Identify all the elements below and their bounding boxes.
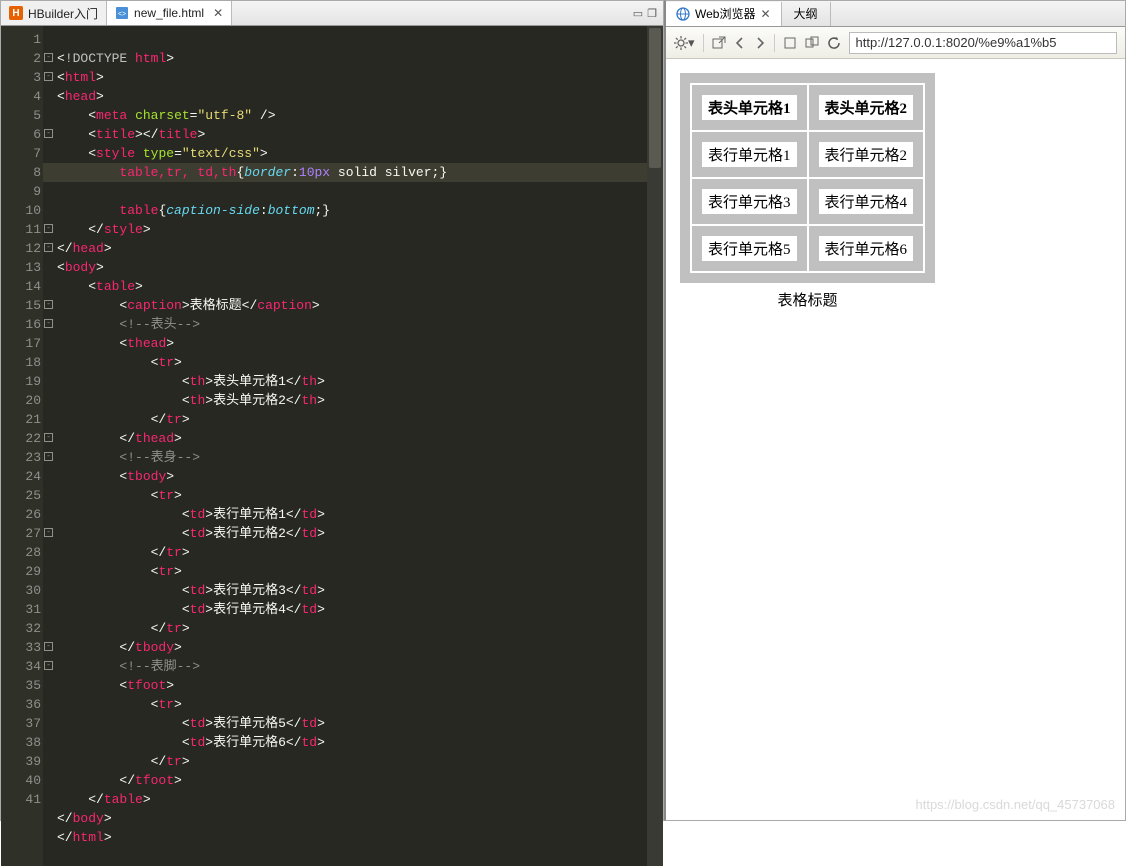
table-caption: 表格标题 [680,283,935,310]
table-row: 表行单元格3 表行单元格4 [692,179,923,224]
html-file-icon: <> [115,6,129,20]
hbuilder-icon: H [9,6,23,20]
device-icon[interactable] [783,36,797,50]
tab-new-file[interactable]: <> new_file.html ✕ [107,1,232,25]
table-cell: 表行单元格1 [692,132,807,177]
line-number-gutter: 12-3-456-7891011-12-131415-16-1718192021… [1,26,43,866]
tab-label: 大纲 [794,5,818,22]
forward-icon[interactable] [754,37,766,49]
minimize-icon[interactable]: ▭ [633,7,643,20]
rendered-table: 表格标题 表头单元格1 表头单元格2 表行单元格1 表行单元格2 表行单元格3 … [680,73,935,310]
preview-tab-bar: Web浏览器 ✕ 大纲 [666,1,1125,27]
tab-label: new_file.html [134,6,204,20]
table-cell: 表行单元格2 [809,132,924,177]
preview-viewport: 表格标题 表头单元格1 表头单元格2 表行单元格1 表行单元格2 表行单元格3 … [666,59,1125,820]
open-external-icon[interactable] [712,36,726,50]
table-row: 表头单元格1 表头单元格2 [692,85,923,130]
code-editor[interactable]: 12-3-456-7891011-12-131415-16-1718192021… [1,26,663,866]
editor-pane: H HBuilder入门 <> new_file.html ✕ ▭ ❐ 12-3… [0,0,664,821]
svg-text:<>: <> [118,11,126,18]
table-row: 表行单元格5 表行单元格6 [692,226,923,271]
table-cell: 表行单元格5 [692,226,807,271]
editor-window-buttons: ▭ ❐ [633,7,663,20]
code-area[interactable]: <!DOCTYPE html> <html> <head> <meta char… [43,26,647,866]
tab-label: Web浏览器 [695,5,755,22]
watermark-text: https://blog.csdn.net/qq_45737068 [916,797,1116,812]
tab-web-browser[interactable]: Web浏览器 ✕ [666,2,782,26]
tab-hbuilder-intro[interactable]: H HBuilder入门 [1,1,107,25]
table-cell: 表行单元格6 [809,226,924,271]
editor-tab-bar: H HBuilder入门 <> new_file.html ✕ ▭ ❐ [1,1,663,26]
vertical-scrollbar[interactable] [647,26,663,866]
restore-icon[interactable]: ❐ [647,7,657,20]
gear-icon[interactable]: ▾ [674,35,695,51]
table-cell: 表行单元格3 [692,179,807,224]
tab-outline[interactable]: 大纲 [782,2,831,26]
refresh-icon[interactable] [827,36,841,50]
back-icon[interactable] [734,37,746,49]
table-row: 表行单元格1 表行单元格2 [692,132,923,177]
url-input[interactable]: http://127.0.0.1:8020/%e9%a1%b5 [849,32,1117,54]
close-icon[interactable]: ✕ [213,6,223,20]
globe-icon [676,7,690,21]
table-header-cell: 表头单元格2 [809,85,924,130]
table-cell: 表行单元格4 [809,179,924,224]
browser-toolbar: ▾ http://127.0.0.1:8020/%e9%a1%b5 [666,27,1125,59]
table-header-cell: 表头单元格1 [692,85,807,130]
close-icon[interactable]: ✕ [760,7,770,21]
preview-pane: Web浏览器 ✕ 大纲 ▾ http://127.0.0.1:8020/%e9%… [664,0,1126,821]
multi-device-icon[interactable] [805,36,819,50]
tab-label: HBuilder入门 [28,5,98,22]
